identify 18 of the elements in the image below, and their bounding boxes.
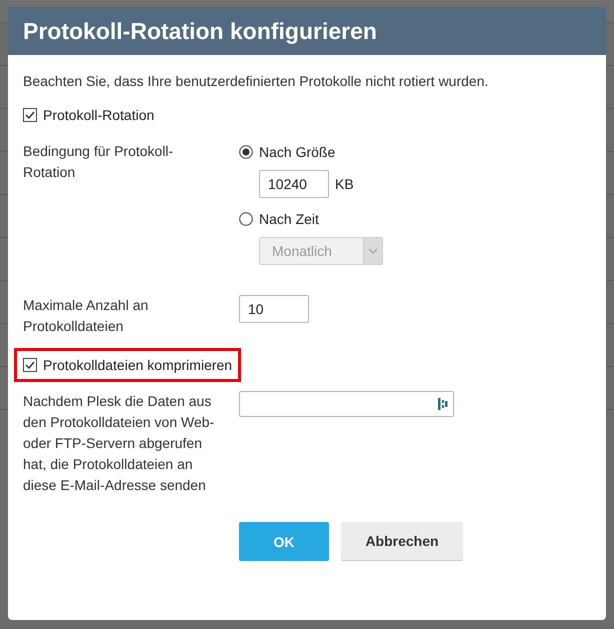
count-input[interactable]: 10 — [239, 295, 309, 323]
radio-option[interactable]: Nach Größe — [239, 141, 383, 162]
checkbox-option[interactable]: Protokolldateien komprimieren — [14, 348, 242, 382]
field-label: Maximale Anzahl an Protokolldateien — [23, 296, 150, 336]
notice-text: Beachten Sie, dass Ihre benutzerdefinierten Protokolle nicht rotiert wurden. — [23, 73, 490, 89]
cancel-button[interactable]: Abbrechen — [341, 522, 463, 561]
field-widget-icon[interactable] — [438, 397, 448, 411]
field-label: Nachdem Plesk die Daten aus den Protokolldateien von Web- oder FTP-Servern abgerufen hat, die Protokolldateien an diese E-Mail-Adresse senden — [23, 392, 215, 495]
checkbox-icon[interactable] — [23, 358, 37, 372]
field-label: Bedingung für Protokoll-Rotation — [23, 142, 174, 182]
caret-icon — [368, 248, 378, 254]
checkbox-option[interactable]: Protokoll-Rotation — [14, 98, 164, 132]
checkbox-icon[interactable] — [23, 108, 37, 122]
radio-icon[interactable] — [239, 144, 253, 158]
unit-label: KB — [335, 176, 354, 192]
size-input[interactable]: 10240 — [259, 170, 329, 198]
dialog-title: Protokoll-Rotation konfigurieren — [23, 18, 377, 44]
email-field[interactable] — [239, 391, 454, 417]
